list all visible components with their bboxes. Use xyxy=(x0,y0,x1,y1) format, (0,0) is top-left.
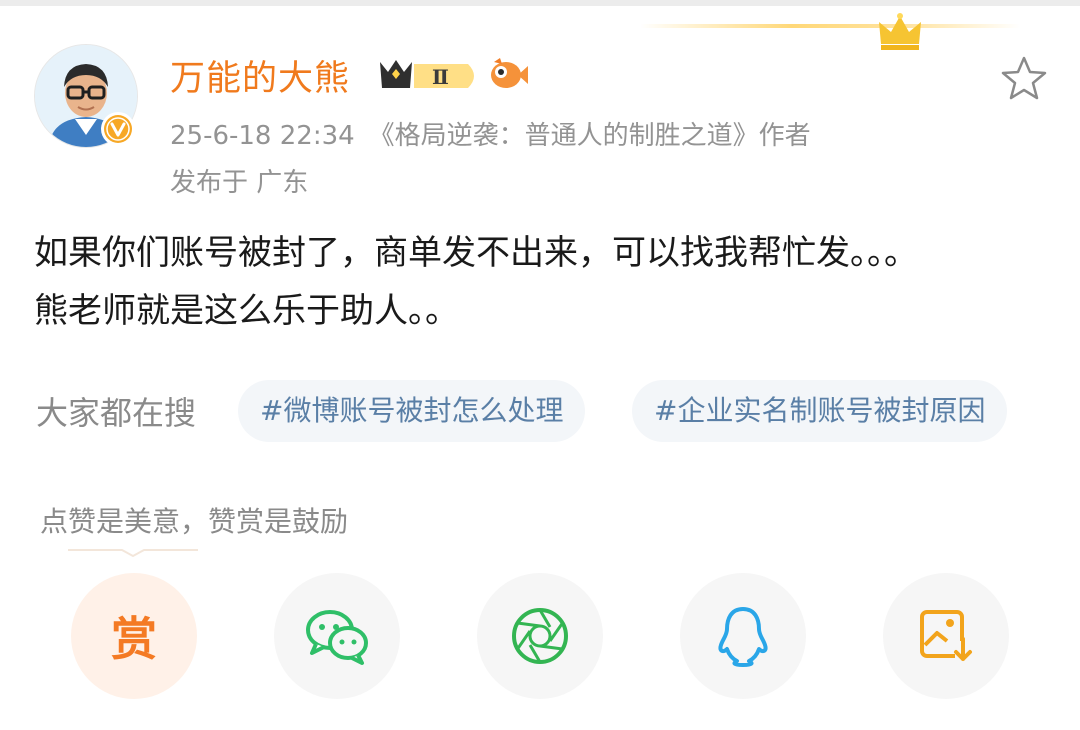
reward-button[interactable]: 赏 xyxy=(71,573,197,699)
share-moments-button[interactable] xyxy=(477,573,603,699)
share-wechat-button[interactable] xyxy=(274,573,400,699)
post-location: 发布于 广东 xyxy=(170,168,309,198)
top-divider xyxy=(0,0,1080,6)
post-line: 熊老师就是这么乐于助人。。 xyxy=(34,291,459,331)
vip-level-text: Ⅱ xyxy=(432,65,449,89)
post-meta: 25-6-18 22:34 《格局逆袭：普通人的制胜之道》作者 xyxy=(170,115,811,152)
author-source: 《格局逆袭：普通人的制胜之道》作者 xyxy=(368,121,811,151)
save-image-button[interactable] xyxy=(883,573,1009,699)
qq-icon xyxy=(718,607,768,667)
hint-pointer xyxy=(68,549,198,558)
username[interactable]: 万能的大熊 xyxy=(170,50,350,101)
save-image-icon xyxy=(920,610,975,665)
search-tag[interactable]: #微博账号被封怎么处理 xyxy=(238,380,586,442)
trending-search-label: 大家都在搜 xyxy=(36,394,197,432)
crown-decoration-icon xyxy=(879,13,921,50)
vip-level-badge-icon[interactable]: Ⅱ xyxy=(376,58,480,94)
search-tag[interactable]: #企业实名制账号被封原因 xyxy=(632,380,1008,442)
post-line: 如果你们账号被封了，商单发不出来，可以找我帮忙发。。。 xyxy=(34,233,918,273)
decorative-gold-lines xyxy=(640,24,1020,28)
wechat-icon xyxy=(306,610,368,665)
post-content: 如果你们账号被封了，商单发不出来，可以找我帮忙发。。。 熊老师就是这么乐于助人。… xyxy=(34,224,1074,340)
verified-badge-icon xyxy=(101,112,135,146)
reward-hint: 点赞是美意，赞赏是鼓励 xyxy=(40,505,349,538)
moments-icon xyxy=(512,608,568,664)
reward-icon: 赏 xyxy=(111,612,157,666)
share-qq-button[interactable] xyxy=(680,573,806,699)
post-timestamp: 25-6-18 22:34 xyxy=(170,121,355,151)
favorite-star-icon[interactable] xyxy=(1000,55,1048,101)
fish-badge-icon[interactable] xyxy=(488,56,528,92)
